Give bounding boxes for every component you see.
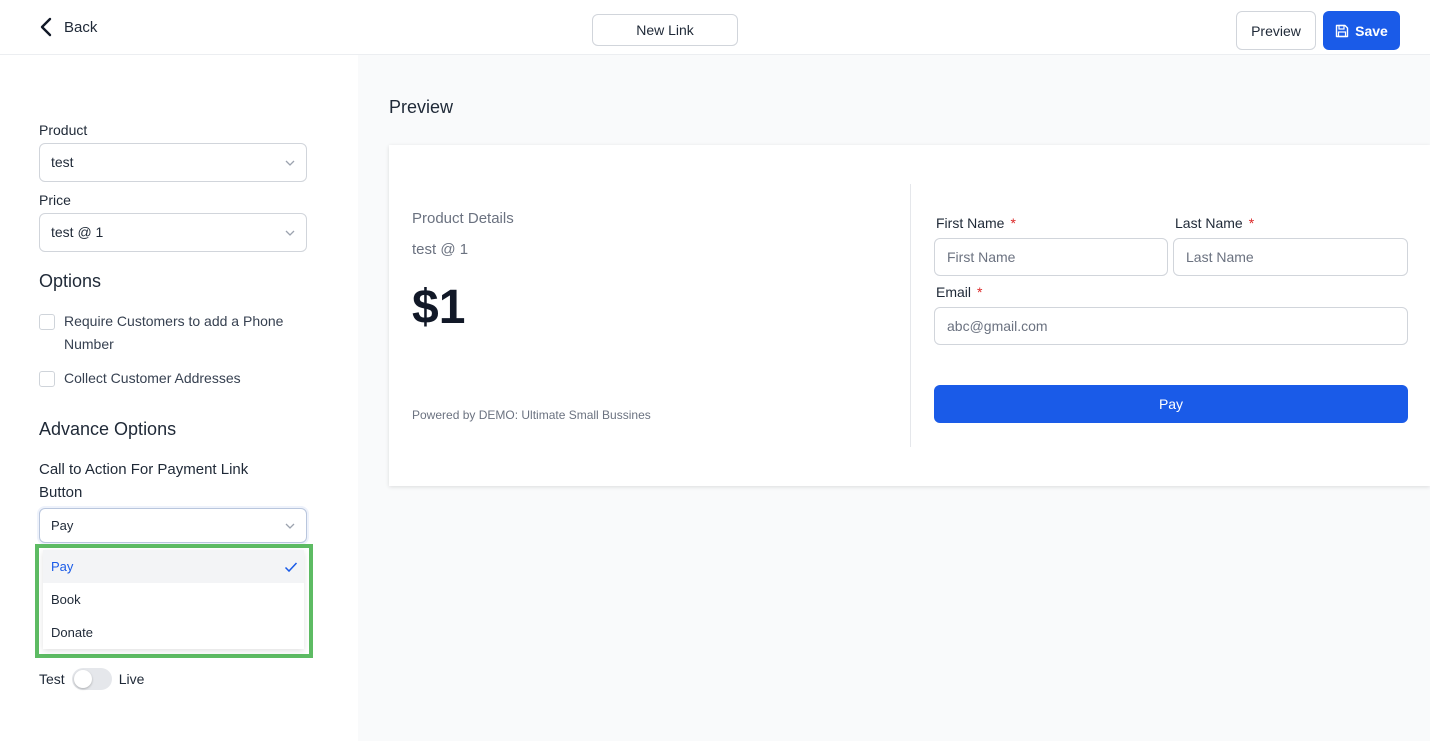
cta-option-book[interactable]: Book [43, 583, 304, 616]
phone-number-label: Require Customers to add a Phone Number [64, 313, 284, 352]
cta-dropdown-menu: Pay Book Donate [43, 550, 304, 649]
product-details-label: Product Details [412, 210, 514, 227]
first-name-input[interactable]: First Name [934, 238, 1168, 276]
preview-button[interactable]: Preview [1236, 11, 1316, 50]
save-button[interactable]: Save [1323, 11, 1400, 50]
back-label: Back [64, 18, 98, 36]
checkmark-icon [284, 562, 298, 573]
first-name-label: First Name * [936, 215, 1016, 231]
email-label: Email * [936, 284, 982, 300]
cta-select[interactable]: Pay [39, 508, 307, 543]
product-select[interactable]: test [39, 143, 307, 182]
powered-by-text: Powered by DEMO: Ultimate Small Bussines [412, 408, 651, 422]
pay-button[interactable]: Pay [934, 385, 1408, 423]
cta-option-label: Donate [51, 625, 93, 640]
price-value: test @ 1 [51, 224, 104, 240]
chevron-down-icon [285, 230, 295, 236]
required-mark: * [1248, 215, 1255, 231]
required-mark: * [1010, 215, 1016, 231]
first-name-label-text: First Name [936, 215, 1005, 231]
back-button[interactable]: Back [38, 16, 97, 38]
cta-option-pay[interactable]: Pay [43, 550, 304, 583]
email-label-text: Email [936, 284, 972, 300]
cta-value: Pay [51, 518, 74, 533]
cta-option-donate[interactable]: Donate [43, 616, 304, 649]
last-name-label: Last Name * [1175, 215, 1254, 231]
mode-live-label: Live [118, 671, 145, 687]
address-checkbox[interactable] [39, 371, 55, 387]
product-details-value: test @ 1 [412, 241, 469, 258]
save-label: Save [1355, 22, 1388, 39]
chevron-down-icon [285, 160, 295, 166]
mode-toggle-switch[interactable] [71, 668, 112, 690]
card-divider [910, 184, 911, 447]
mode-test-label: Test [39, 671, 65, 687]
price-select[interactable]: test @ 1 [39, 213, 307, 252]
chevron-down-icon [285, 523, 295, 529]
price-label: Price [39, 192, 71, 208]
cta-label: Call to Action For Payment Link Button [39, 461, 249, 501]
product-label: Product [39, 122, 88, 138]
save-icon [1335, 24, 1349, 37]
address-label: Collect Customer Addresses [64, 370, 241, 386]
preview-title: Preview [389, 97, 454, 117]
top-bar: Back New Link Preview Save [0, 0, 1430, 55]
chevron-left-icon [40, 17, 52, 37]
last-name-input[interactable]: Last Name [1173, 238, 1408, 276]
options-heading: Options [39, 271, 102, 291]
mode-toggle-row: Test Live [39, 668, 144, 690]
product-value: test [51, 154, 74, 170]
advance-options-heading: Advance Options [39, 419, 177, 439]
cta-option-label: Book [51, 592, 81, 607]
phone-number-checkbox[interactable] [39, 314, 55, 330]
link-name-field[interactable]: New Link [592, 14, 738, 46]
email-input[interactable]: abc@gmail.com [934, 307, 1408, 345]
cta-option-label: Pay [51, 559, 74, 574]
toggle-knob [73, 670, 92, 688]
required-mark: * [977, 284, 983, 300]
last-name-label-text: Last Name [1175, 215, 1243, 231]
price-display: $1 [412, 281, 466, 334]
